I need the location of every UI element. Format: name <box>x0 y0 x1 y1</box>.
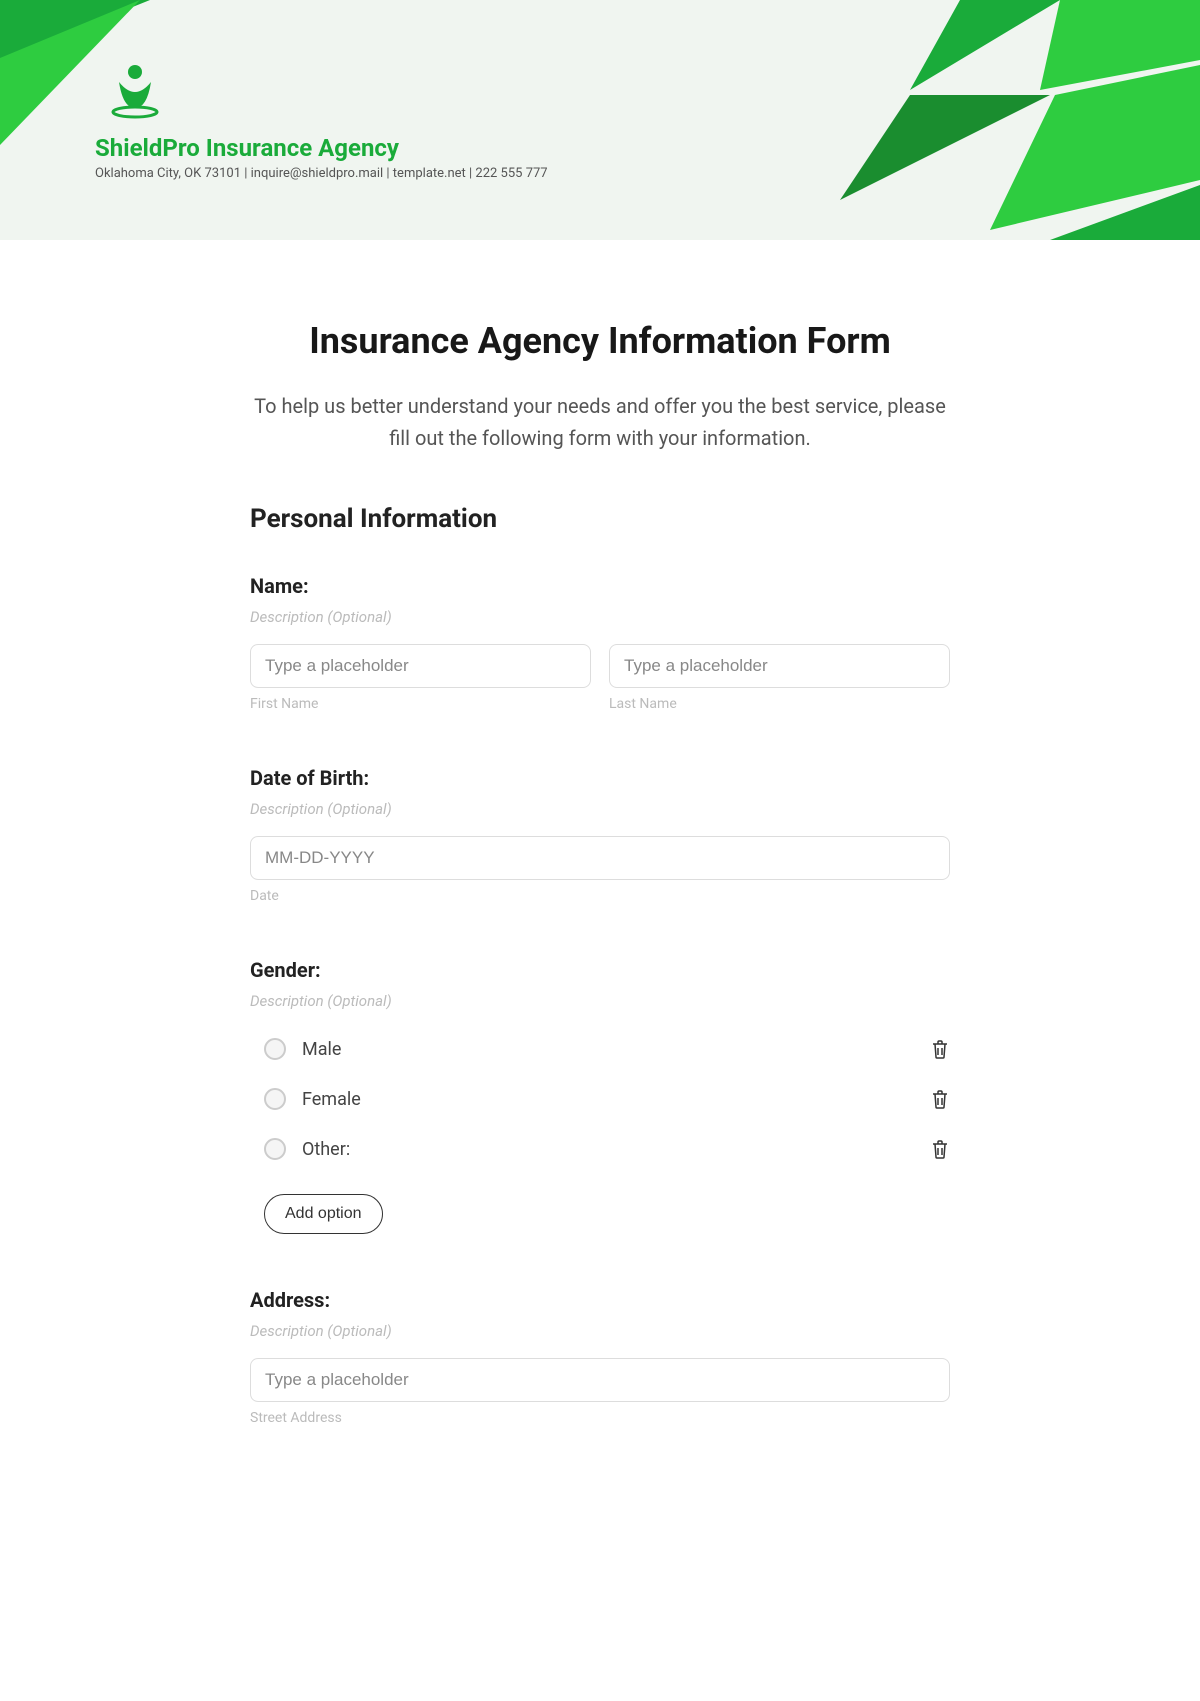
street-address-input[interactable] <box>250 1358 950 1402</box>
gender-option-other: Other: <box>250 1128 950 1170</box>
radio-icon[interactable] <box>264 1038 286 1060</box>
field-address: Address: Description (Optional) Street A… <box>250 1288 950 1426</box>
form-content: Insurance Agency Information Form To hel… <box>230 240 970 1466</box>
dob-input[interactable] <box>250 836 950 880</box>
field-gender: Gender: Description (Optional) Male Fema… <box>250 958 950 1234</box>
trash-icon[interactable] <box>930 1038 950 1060</box>
add-option-button[interactable]: Add option <box>264 1194 383 1234</box>
radio-label-other[interactable]: Other: <box>302 1139 350 1160</box>
field-dob: Date of Birth: Description (Optional) Da… <box>250 766 950 904</box>
company-name: ShieldPro Insurance Agency <box>95 134 548 162</box>
gender-option-female: Female <box>250 1078 950 1120</box>
logo-block: ShieldPro Insurance Agency Oklahoma City… <box>95 60 548 181</box>
section-personal-info: Personal Information <box>250 504 950 534</box>
radio-label-female[interactable]: Female <box>302 1089 361 1110</box>
trash-icon[interactable] <box>930 1138 950 1160</box>
address-description[interactable]: Description (Optional) <box>250 1322 950 1340</box>
gender-label: Gender: <box>250 958 950 982</box>
radio-icon[interactable] <box>264 1088 286 1110</box>
company-contact-line: Oklahoma City, OK 73101 | inquire@shield… <box>95 166 548 181</box>
form-title: Insurance Agency Information Form <box>250 320 950 362</box>
name-description[interactable]: Description (Optional) <box>250 608 950 626</box>
company-logo-icon <box>105 60 165 120</box>
field-name: Name: Description (Optional) First Name … <box>250 574 950 712</box>
radio-label-male[interactable]: Male <box>302 1039 341 1060</box>
header-banner: ShieldPro Insurance Agency Oklahoma City… <box>0 0 1200 240</box>
last-name-input[interactable] <box>609 644 950 688</box>
first-name-sublabel: First Name <box>250 696 591 712</box>
last-name-sublabel: Last Name <box>609 696 950 712</box>
dob-description[interactable]: Description (Optional) <box>250 800 950 818</box>
first-name-input[interactable] <box>250 644 591 688</box>
trash-icon[interactable] <box>930 1088 950 1110</box>
gender-option-male: Male <box>250 1028 950 1070</box>
form-intro: To help us better understand your needs … <box>250 390 950 454</box>
decorative-triangles-right <box>780 0 1200 240</box>
name-label: Name: <box>250 574 950 598</box>
dob-sublabel: Date <box>250 888 950 904</box>
gender-description[interactable]: Description (Optional) <box>250 992 950 1010</box>
street-address-sublabel: Street Address <box>250 1410 950 1426</box>
address-label: Address: <box>250 1288 950 1312</box>
dob-label: Date of Birth: <box>250 766 950 790</box>
radio-icon[interactable] <box>264 1138 286 1160</box>
